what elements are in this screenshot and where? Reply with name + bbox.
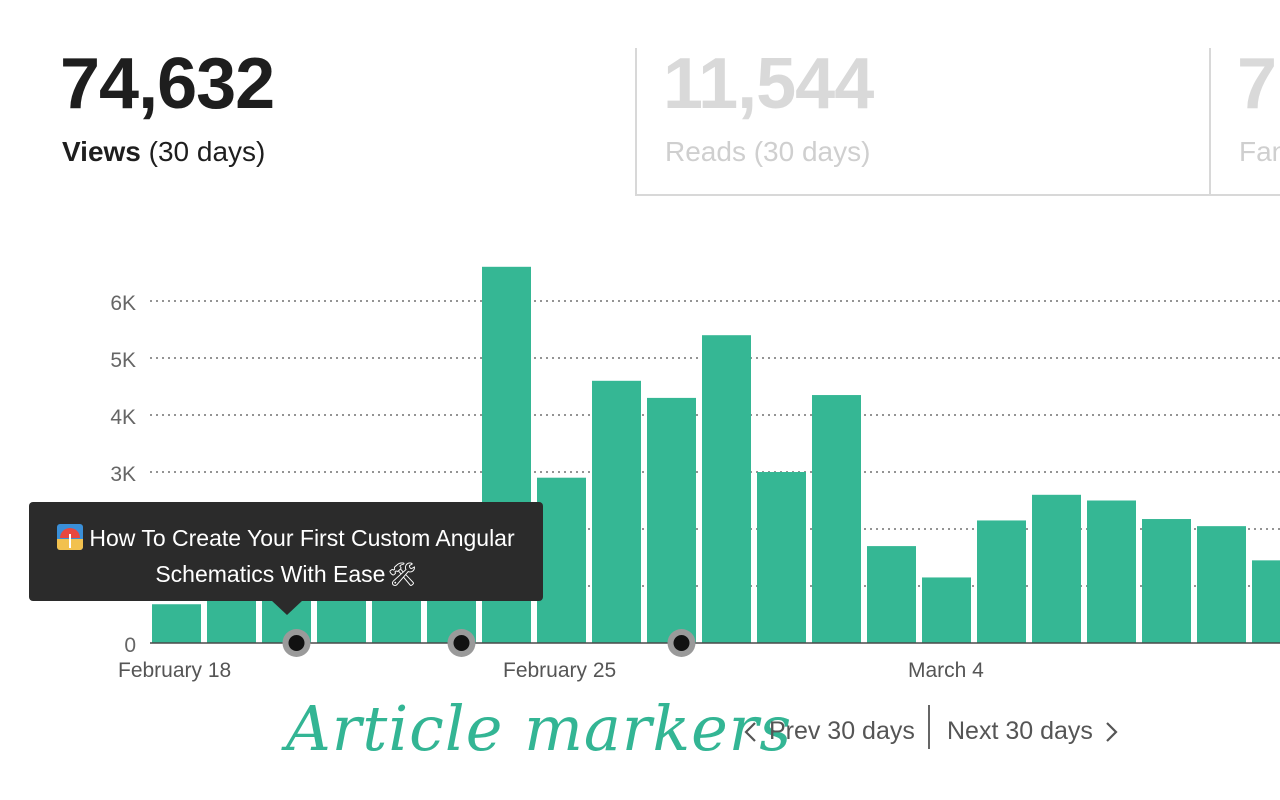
chevron-left-icon xyxy=(744,722,756,743)
bar[interactable] xyxy=(152,604,201,643)
bar[interactable] xyxy=(867,546,916,643)
x-tick-label: February 18 xyxy=(118,659,231,682)
next-30-days-button[interactable]: Next 30 days xyxy=(947,704,1122,758)
fans-value: 7 xyxy=(1237,44,1277,124)
bar[interactable] xyxy=(1087,500,1136,644)
bar[interactable] xyxy=(757,472,806,643)
bar[interactable] xyxy=(702,335,751,643)
y-tick-label: 4K xyxy=(110,406,136,429)
views-value: 74,632 xyxy=(60,44,275,124)
bar[interactable] xyxy=(922,577,971,643)
article-markers-annotation: Article markers xyxy=(286,692,793,765)
fans-stat[interactable]: 7 Fan xyxy=(1209,48,1280,196)
article-tooltip: How To Create Your First Custom Angular … xyxy=(29,502,543,615)
y-tick-label: 6K xyxy=(110,292,136,315)
bar[interactable] xyxy=(1032,494,1081,643)
views-bar-chart: 01K2K3K4K5K6KFebruary 18February 25March… xyxy=(110,266,1280,682)
bar[interactable] xyxy=(1197,526,1246,643)
article-marker[interactable] xyxy=(673,635,690,651)
fans-label: Fan xyxy=(1239,136,1280,167)
bar[interactable] xyxy=(1252,560,1280,643)
article-marker[interactable] xyxy=(453,635,470,651)
next-label: Next 30 days xyxy=(947,717,1093,745)
beach-umbrella-icon xyxy=(57,524,84,550)
x-tick-label: February 25 xyxy=(503,659,616,682)
tooltip-title-line1: How To Create Your First Custom Angular xyxy=(89,525,515,551)
reads-stat[interactable]: 11,544 Reads (30 days) xyxy=(635,48,1211,196)
bar[interactable] xyxy=(1142,519,1191,643)
pager-divider xyxy=(928,705,930,749)
reads-value: 11,544 xyxy=(663,44,874,124)
bar[interactable] xyxy=(592,380,641,643)
chevron-right-icon xyxy=(1106,722,1118,743)
y-tick-label: 3K xyxy=(110,463,136,486)
prev-label: Prev 30 days xyxy=(768,717,915,745)
views-label: Views (30 days) xyxy=(62,136,266,167)
x-tick-label: March 4 xyxy=(908,659,984,682)
bar[interactable] xyxy=(812,395,861,643)
views-chart: 01K2K3K4K5K6KFebruary 18February 25March… xyxy=(0,220,1280,700)
tooltip-title-line2: Schematics With Ease xyxy=(155,561,386,587)
reads-label: Reads (30 days) xyxy=(665,136,871,167)
bar[interactable] xyxy=(537,477,586,643)
article-marker[interactable] xyxy=(288,635,305,651)
y-tick-label: 5K xyxy=(110,349,136,372)
prev-30-days-button[interactable]: Prev 30 days xyxy=(740,704,915,758)
bar[interactable] xyxy=(977,520,1026,643)
tools-icon: 🛠 xyxy=(387,561,417,587)
y-tick-label: 0 xyxy=(124,634,136,657)
bar[interactable] xyxy=(647,397,696,643)
